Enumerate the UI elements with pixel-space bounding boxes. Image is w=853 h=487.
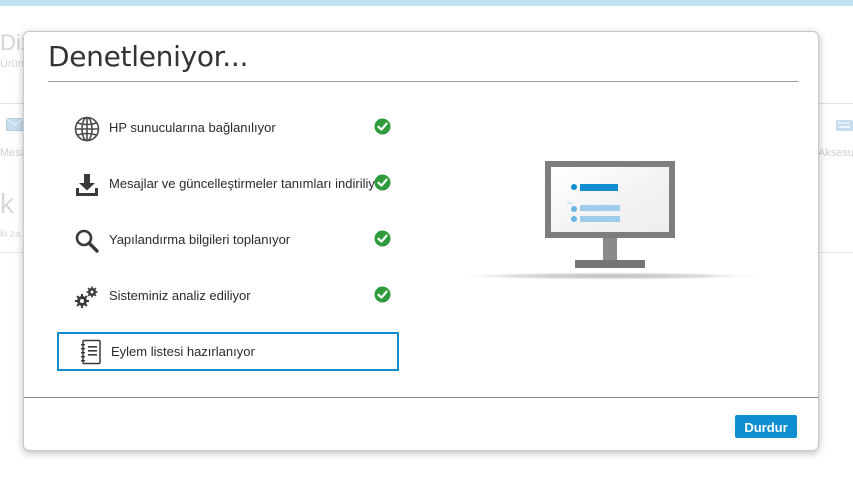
step-analyze-system: Sisteminiz analiz ediliyor	[57, 278, 398, 314]
gears-icon	[75, 286, 98, 308]
background-text-fragment: ki za	[0, 229, 21, 240]
step-label: Eylem listesi hazırlanıyor	[111, 344, 255, 359]
stop-button[interactable]: Durdur	[735, 415, 797, 438]
step-label: Yapılandırma bilgileri toplanıyor	[109, 232, 291, 247]
checking-dialog: Denetleniyor... HP sunucularına bağlanıl…	[23, 31, 819, 451]
keyboard-icon	[836, 120, 853, 131]
step-download-definitions: Mesajlar ve güncelleştirmeler tanımları …	[57, 166, 398, 202]
checkmark-icon	[374, 174, 391, 191]
download-icon	[76, 174, 98, 196]
title-divider	[48, 81, 798, 82]
notebook-icon	[81, 339, 101, 365]
step-label: HP sunucularına bağlanılıyor	[109, 120, 276, 135]
checkmark-icon	[374, 118, 391, 135]
globe-icon	[74, 116, 100, 142]
computer-monitor-illustration	[449, 161, 769, 280]
step-label: Sisteminiz analiz ediliyor	[109, 288, 251, 303]
step-prepare-action-list: Eylem listesi hazırlanıyor	[57, 332, 399, 371]
step-label: Mesajlar ve güncelleştirmeler tanımları …	[109, 176, 387, 191]
background-heading-fragment: k	[0, 188, 14, 219]
checkmark-icon	[374, 286, 391, 303]
background-page-subtitle: Ürün	[0, 58, 24, 70]
envelope-icon	[6, 118, 24, 131]
dialog-title: Denetleniyor...	[48, 40, 249, 73]
step-connect-servers: HP sunucularına bağlanılıyor	[57, 110, 398, 146]
top-accent-bar	[0, 0, 853, 6]
magnifier-icon	[75, 229, 99, 253]
step-collect-configuration: Yapılandırma bilgileri toplanıyor	[57, 222, 398, 258]
checkmark-icon	[374, 230, 391, 247]
footer-divider	[24, 397, 818, 398]
background-accessories-label: Aksesu	[818, 147, 853, 159]
